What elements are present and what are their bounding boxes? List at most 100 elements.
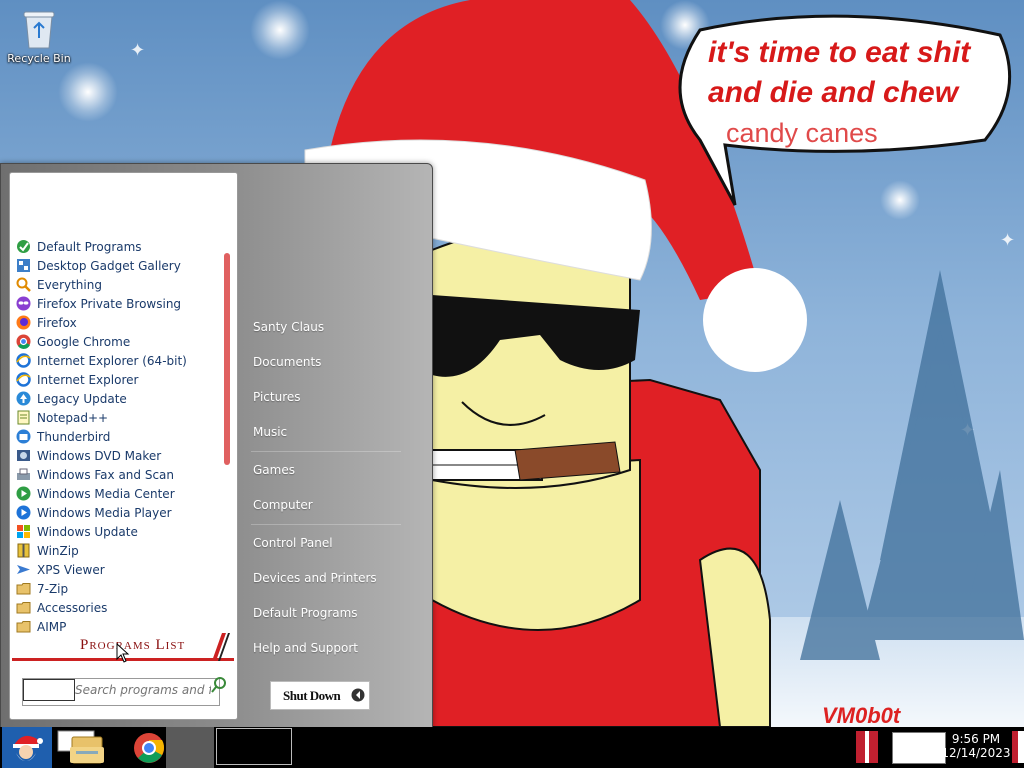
program-item[interactable]: Legacy Update [16,389,226,408]
program-item[interactable]: WinZip [16,541,226,560]
recycle-bin-shortcut[interactable]: Recycle Bin [6,6,72,65]
tray-widget-icon[interactable] [892,732,946,764]
legacy-update-icon [16,391,31,406]
program-item-label: Google Chrome [37,334,131,349]
program-item-label: Internet Explorer [37,372,139,387]
artist-signature: VM0b0t [822,703,901,727]
program-item[interactable]: Windows Update [16,522,226,541]
program-item-label: Notepad++ [37,410,109,425]
show-desktop-button[interactable] [1012,731,1024,763]
program-item-label: Windows Media Player [37,505,172,520]
tray-flag-icon[interactable] [856,731,878,763]
program-item[interactable]: Everything [16,275,226,294]
program-item-label: Internet Explorer (64-bit) [37,353,187,368]
recycle-bin-icon [20,6,58,50]
search-icon[interactable] [210,676,228,694]
program-item[interactable]: Windows Media Center [16,484,226,503]
start-link-music[interactable]: Music [253,425,287,439]
taskbar-explorer-button[interactable] [56,729,134,766]
programs-pane: Default Programs Desktop Gadget Gallery Ev… [9,172,238,720]
program-item-label: Windows Fax and Scan [37,467,175,482]
program-item[interactable]: Firefox Private Browsing [16,294,226,313]
program-item-label: Windows DVD Maker [37,448,162,463]
magnifier-icon [16,277,31,292]
thunderbird-icon [16,429,31,444]
fax-icon [16,467,31,482]
search-text-cursor [23,679,75,701]
start-link-pictures[interactable]: Pictures [253,390,301,404]
start-link-games[interactable]: Games [253,463,295,477]
start-menu: Default Programs Desktop Gadget Gallery Ev… [0,163,433,729]
shutdown-options-arrow-icon[interactable] [351,687,365,703]
default-programs-icon [16,239,31,254]
start-link-documents[interactable]: Documents [253,355,321,369]
program-item[interactable]: Google Chrome [16,332,226,351]
search-input[interactable] [75,679,211,701]
speech-text-line-3: candy canes [726,118,878,148]
folder-icon [16,600,31,615]
taskbar: 9:56 PM 12/14/2023 [0,727,1024,768]
all-programs-list: Default Programs Desktop Gadget Gallery Ev… [16,237,226,636]
program-item[interactable]: Notepad++ [16,408,226,427]
gadget-gallery-icon [16,258,31,273]
chrome-icon [134,733,165,763]
program-item-label: WinZip [37,543,79,558]
start-link-devices-printers[interactable]: Devices and Printers [253,571,377,585]
program-item[interactable]: Firefox [16,313,226,332]
start-link-user-folder[interactable]: Santy Claus [253,320,324,334]
program-item-label: Accessories [37,600,108,615]
program-item-label: XPS Viewer [37,562,105,577]
menu-separator [251,451,401,452]
shutdown-label: Shut Down [283,688,341,703]
start-link-default-programs[interactable]: Default Programs [253,606,358,620]
taskbar-clock[interactable]: 9:56 PM 12/14/2023 [940,732,1012,760]
program-item[interactable]: Windows Media Player [16,503,226,522]
program-item-label: Desktop Gadget Gallery [37,258,181,273]
program-item[interactable]: Desktop Gadget Gallery [16,256,226,275]
dvd-maker-icon [16,448,31,463]
taskbar-empty-slot [166,727,214,768]
speech-bubble: it's time to eat shit and die and chew c… [680,16,1000,148]
start-link-control-panel[interactable]: Control Panel [253,536,333,550]
mouse-cursor-icon [116,643,130,663]
recycle-bin-label: Recycle Bin [7,52,71,65]
program-item-label: Thunderbird [37,429,111,444]
program-item-label: Default Programs [37,239,142,254]
scrollbar-thumb[interactable] [224,253,230,465]
program-item[interactable]: Internet Explorer [16,370,226,389]
start-button[interactable] [2,727,52,768]
media-center-icon [16,486,31,501]
start-link-computer[interactable]: Computer [253,498,313,512]
program-item[interactable]: Internet Explorer (64-bit) [16,351,226,370]
program-item[interactable]: Windows Fax and Scan [16,465,226,484]
folder-icon [57,730,104,764]
red-slash-icon [212,633,230,661]
program-item[interactable]: Thunderbird [16,427,226,446]
start-search-box[interactable] [22,678,220,706]
windows-update-icon [16,524,31,539]
program-item[interactable]: Accessories [16,598,226,617]
program-item[interactable]: Windows DVD Maker [16,446,226,465]
folder-icon [16,581,31,596]
speech-text-line-2: and die and chew [708,76,959,109]
program-item[interactable]: Default Programs [16,237,226,256]
notepad-icon [16,410,31,425]
program-item-label: Legacy Update [37,391,127,406]
program-item-label: 7-Zip [37,581,69,596]
program-item-label: Windows Media Center [37,486,175,501]
ie-icon [16,372,31,387]
ie-icon [16,353,31,368]
menu-separator [251,524,401,525]
firefox-private-icon [16,296,31,311]
santa-start-icon [2,727,52,768]
program-item[interactable]: XPS Viewer [16,560,226,579]
taskbar-chrome-button[interactable] [132,731,166,765]
taskbar-window-button[interactable] [216,728,292,765]
start-link-help-support[interactable]: Help and Support [253,641,358,655]
program-item-label: Everything [37,277,102,292]
clock-time: 9:56 PM [951,732,1001,746]
programs-scrollbar[interactable] [224,253,230,618]
firefox-icon [16,315,31,330]
shutdown-button[interactable]: Shut Down [270,681,370,710]
program-item[interactable]: 7-Zip [16,579,226,598]
